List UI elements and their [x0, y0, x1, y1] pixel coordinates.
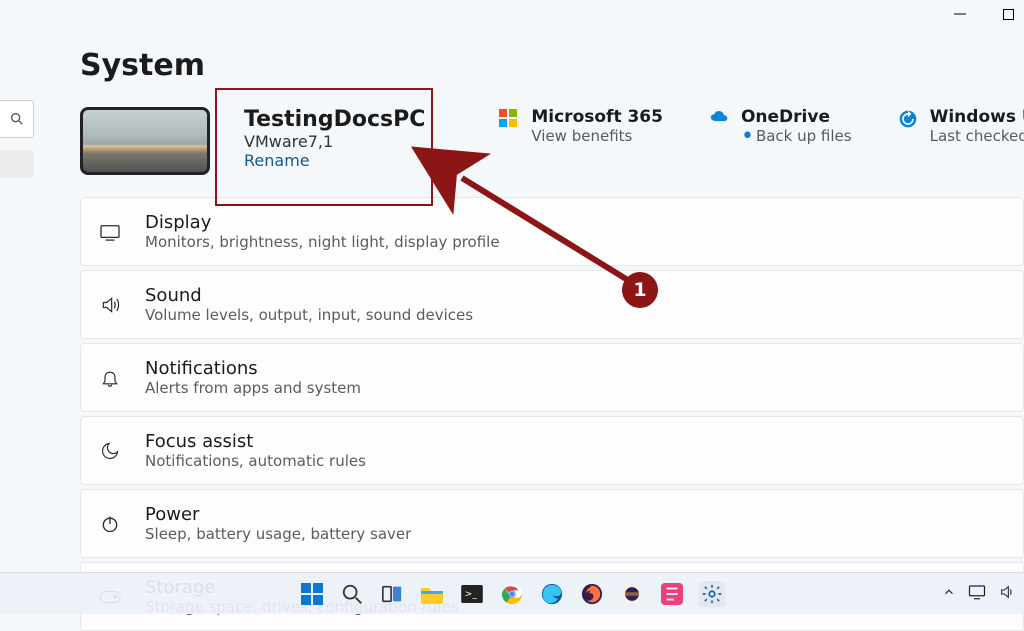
display-icon	[99, 223, 121, 241]
start-button[interactable]	[299, 581, 325, 607]
setting-sub: Alerts from apps and system	[145, 379, 361, 397]
search-icon	[9, 111, 25, 127]
shortcut-ms365[interactable]: Microsoft 365 View benefits	[499, 107, 663, 145]
setting-power[interactable]: PowerSleep, battery usage, battery saver	[80, 489, 1024, 558]
rename-link[interactable]: Rename	[244, 151, 425, 170]
volume-tray-icon[interactable]	[998, 584, 1016, 604]
shortcut-title: OneDrive	[741, 107, 852, 127]
page-title: System	[80, 48, 1024, 83]
chevron-up-icon[interactable]	[942, 585, 956, 603]
setting-title: Sound	[145, 285, 473, 306]
power-icon	[99, 514, 121, 534]
shortcut-sub: View benefits	[531, 127, 663, 145]
setting-sub: Volume levels, output, input, sound devi…	[145, 306, 473, 324]
shortcut-title: Windows Update	[930, 107, 1024, 127]
firefox-button[interactable]	[579, 581, 605, 607]
device-info: TestingDocsPC VMware7,1 Rename	[244, 107, 425, 170]
setting-title: Notifications	[145, 358, 361, 379]
shortcut-sub: •Back up files	[741, 127, 852, 145]
file-explorer-button[interactable]	[419, 581, 445, 607]
setting-title: Focus assist	[145, 431, 366, 452]
terminal-button[interactable]: >_	[459, 581, 485, 607]
svg-text:>_: >_	[465, 589, 478, 599]
settings-button[interactable]	[699, 581, 725, 607]
header-row: TestingDocsPC VMware7,1 Rename Microsoft…	[80, 107, 1024, 175]
app-button-pink[interactable]	[659, 581, 685, 607]
setting-sub: Sleep, battery usage, battery saver	[145, 525, 411, 543]
settings-list: DisplayMonitors, brightness, night light…	[80, 197, 1024, 631]
shortcut-windows-update[interactable]: Windows Update Last checked: 1 hour ago	[898, 107, 1024, 145]
page-content: System TestingDocsPC VMware7,1 Rename Mi…	[80, 48, 1024, 572]
task-view-button[interactable]	[379, 581, 405, 607]
shortcut-title: Microsoft 365	[531, 107, 663, 127]
search-button[interactable]	[0, 100, 34, 138]
minimize-button[interactable]	[948, 2, 972, 26]
setting-display[interactable]: DisplayMonitors, brightness, night light…	[80, 197, 1024, 266]
update-icon	[898, 109, 918, 129]
system-tray[interactable]	[942, 584, 1016, 604]
setting-title: Display	[145, 212, 500, 233]
display-tray-icon[interactable]	[968, 584, 986, 604]
taskbar-search-button[interactable]	[339, 581, 365, 607]
moon-icon	[99, 441, 121, 461]
edge-button[interactable]	[539, 581, 565, 607]
onedrive-icon	[709, 109, 729, 129]
taskbar-center: >_	[299, 581, 725, 607]
setting-title: Power	[145, 504, 411, 525]
maximize-button[interactable]	[996, 2, 1020, 26]
eclipse-button[interactable]	[619, 581, 645, 607]
window-titlebar	[948, 2, 1020, 26]
taskbar: >_	[0, 572, 1024, 614]
setting-notifications[interactable]: NotificationsAlerts from apps and system	[80, 343, 1024, 412]
shortcut-onedrive[interactable]: OneDrive •Back up files	[709, 107, 852, 145]
device-model: VMware7,1	[244, 132, 425, 151]
sound-icon	[99, 295, 121, 315]
setting-sound[interactable]: SoundVolume levels, output, input, sound…	[80, 270, 1024, 339]
setting-sub: Monitors, brightness, night light, displ…	[145, 233, 500, 251]
microsoft-logo-icon	[499, 109, 519, 129]
setting-focus-assist[interactable]: Focus assistNotifications, automatic rul…	[80, 416, 1024, 485]
header-shortcuts: Microsoft 365 View benefits OneDrive •Ba…	[499, 107, 1024, 145]
shortcut-sub: Last checked: 1 hour ago	[930, 127, 1024, 145]
device-preview-image	[80, 107, 210, 175]
sidebar-chip	[0, 150, 34, 178]
chrome-button[interactable]	[499, 581, 525, 607]
bell-icon	[99, 367, 121, 389]
device-name: TestingDocsPC	[244, 107, 425, 132]
setting-sub: Notifications, automatic rules	[145, 452, 366, 470]
